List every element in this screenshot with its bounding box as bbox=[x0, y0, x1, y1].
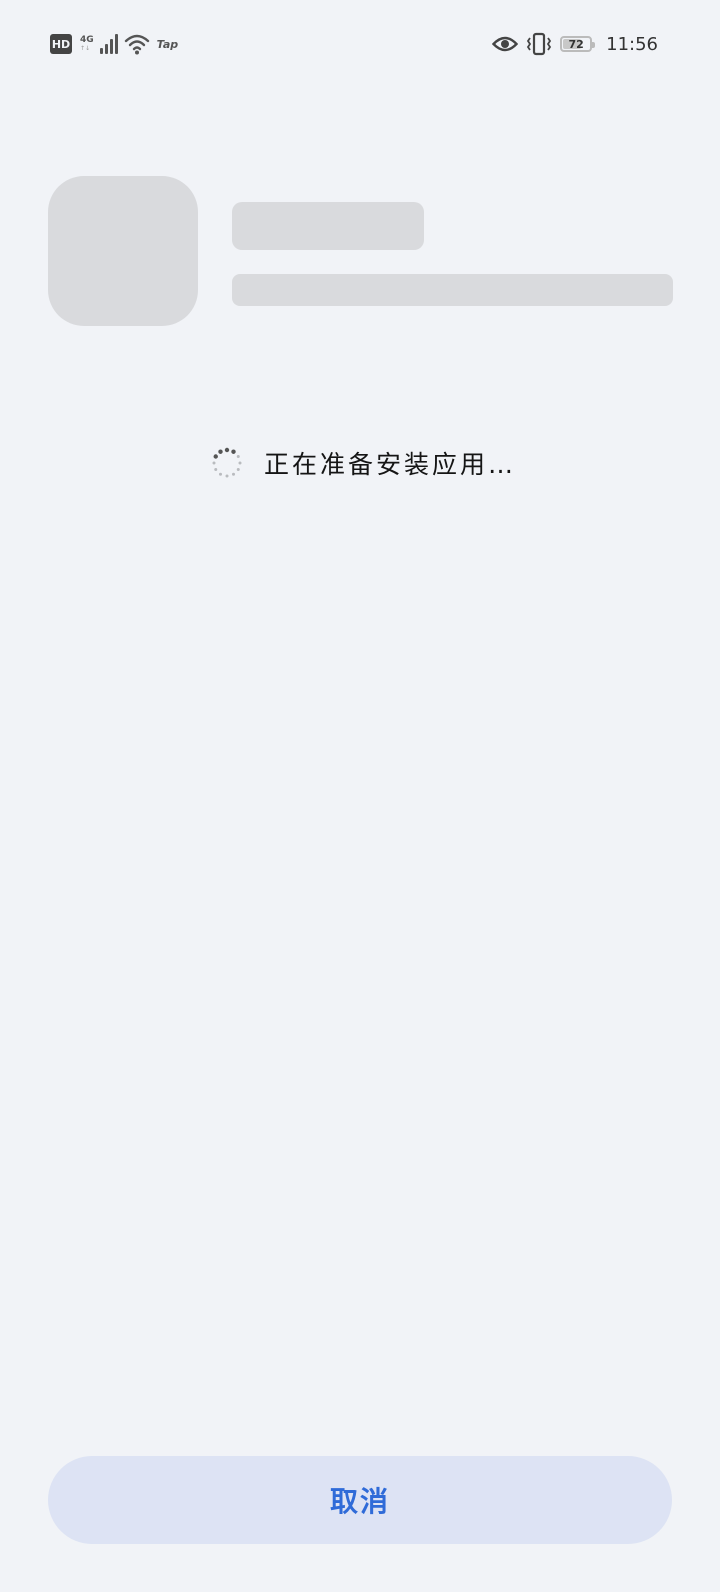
spinner-dot bbox=[225, 474, 229, 478]
status-bar: HD 4G ↑↓ Tap 72 11:56 bbox=[0, 0, 720, 88]
spinner-dot bbox=[212, 461, 216, 465]
spinner-dot bbox=[236, 455, 240, 458]
spinner-dot bbox=[236, 468, 240, 471]
network-type-label: 4G bbox=[80, 35, 94, 45]
battery-level: 72 bbox=[568, 37, 584, 51]
battery-icon: 72 bbox=[560, 36, 596, 52]
app-description-placeholder bbox=[232, 274, 673, 306]
eye-comfort-icon bbox=[492, 36, 519, 52]
tap-label: Tap bbox=[156, 37, 179, 51]
network-activity-label: ↑↓ bbox=[80, 45, 91, 52]
spinner-dot bbox=[219, 472, 222, 476]
cellular-signal-icon bbox=[99, 34, 118, 54]
spinner-dot bbox=[218, 449, 223, 454]
loading-spinner-icon bbox=[212, 447, 242, 478]
spinner-dot bbox=[214, 468, 218, 471]
install-status-text: 正在准备安装应用… bbox=[264, 450, 517, 479]
install-status: 正在准备安装应用… bbox=[210, 445, 516, 481]
status-bar-left: HD 4G ↑↓ Tap bbox=[50, 30, 178, 58]
status-bar-right: 72 11:56 bbox=[492, 30, 658, 58]
spinner-dot bbox=[238, 461, 242, 465]
hd-badge: HD bbox=[50, 34, 72, 54]
cancel-button[interactable]: 取消 bbox=[48, 1456, 672, 1544]
spinner-dot bbox=[231, 449, 236, 454]
cancel-button-label: 取消 bbox=[329, 1485, 390, 1518]
app-name-placeholder bbox=[232, 202, 424, 250]
vibrate-icon bbox=[527, 32, 552, 56]
spinner-dot bbox=[213, 454, 218, 459]
wifi-icon bbox=[124, 34, 149, 55]
spinner-dot bbox=[224, 447, 230, 453]
status-time: 11:56 bbox=[606, 33, 658, 55]
app-icon-placeholder bbox=[48, 176, 198, 326]
network-type-indicator: 4G ↑↓ bbox=[80, 35, 94, 53]
spinner-dot bbox=[232, 472, 235, 476]
